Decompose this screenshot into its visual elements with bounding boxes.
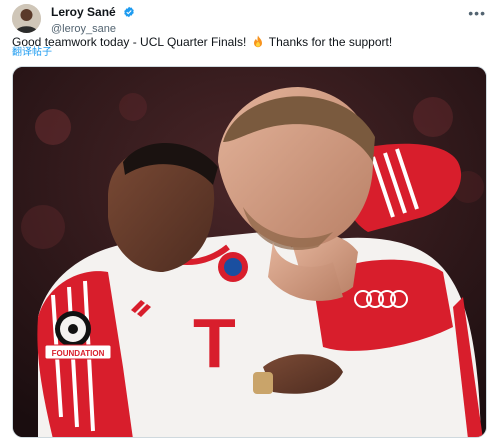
- tweet-text-part-2: Thanks for the support!: [268, 35, 393, 49]
- author-info: Leroy Sané @leroy_sane: [51, 3, 135, 36]
- display-name[interactable]: Leroy Sané: [51, 5, 116, 19]
- sponsor-logo-text: T: [193, 304, 236, 382]
- tweet-header: Leroy Sané @leroy_sane •••: [0, 0, 500, 35]
- translate-post-link[interactable]: 翻译帖子: [12, 47, 52, 59]
- fire-icon: [252, 35, 264, 51]
- tweet-text: Good teamwork today - UCL Quarter Finals…: [12, 35, 392, 51]
- foundation-badge-text: FOUNDATION: [52, 349, 105, 358]
- more-options-icon[interactable]: •••: [468, 5, 486, 21]
- tweet-photo[interactable]: FOUNDATION T: [12, 66, 487, 438]
- verified-badge-icon: [123, 5, 135, 23]
- avatar[interactable]: [12, 4, 41, 33]
